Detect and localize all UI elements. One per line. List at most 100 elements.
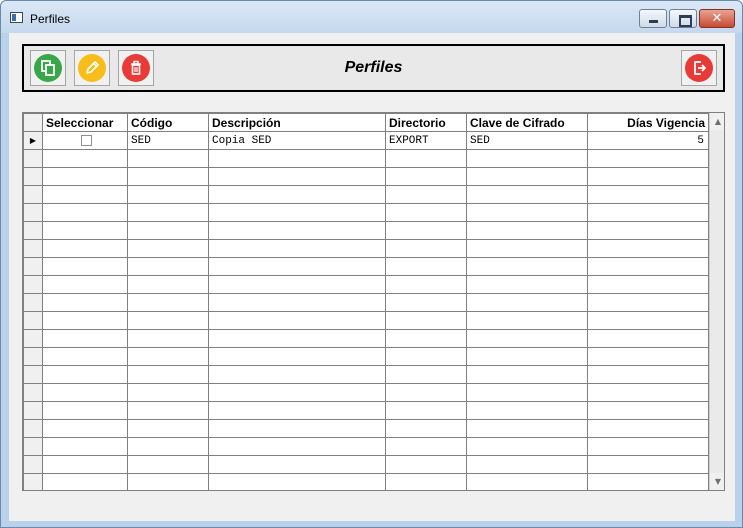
cell-seleccionar[interactable] xyxy=(42,203,128,222)
cell-directorio[interactable] xyxy=(385,383,467,402)
cell-descripcion[interactable] xyxy=(208,257,386,276)
select-checkbox[interactable] xyxy=(81,135,92,146)
cell-codigo[interactable] xyxy=(127,293,209,312)
cell-directorio[interactable] xyxy=(385,401,467,420)
cell-codigo[interactable] xyxy=(127,275,209,294)
row-header[interactable] xyxy=(23,347,43,366)
cell-directorio[interactable] xyxy=(385,455,467,474)
cell-codigo[interactable] xyxy=(127,437,209,456)
cell-codigo[interactable] xyxy=(127,185,209,204)
row-header[interactable] xyxy=(23,437,43,456)
column-header-dias-vigencia[interactable]: Días Vigencia xyxy=(587,113,709,132)
cell-dias-vigencia[interactable] xyxy=(587,437,709,456)
cell-dias-vigencia[interactable] xyxy=(587,167,709,186)
cell-clave-cifrado[interactable] xyxy=(466,167,588,186)
cell-directorio[interactable] xyxy=(385,203,467,222)
cell-seleccionar[interactable] xyxy=(42,293,128,312)
cell-clave-cifrado[interactable] xyxy=(466,149,588,168)
cell-clave-cifrado[interactable] xyxy=(466,221,588,240)
empty-row[interactable] xyxy=(23,239,709,258)
cell-descripcion[interactable] xyxy=(208,347,386,366)
empty-row[interactable] xyxy=(23,257,709,276)
cell-seleccionar[interactable] xyxy=(42,473,128,490)
table-row[interactable]: ▶ SED Copia SED EXPORT SED 5 xyxy=(23,131,709,150)
profiles-grid[interactable]: Seleccionar Código Descripción Directori… xyxy=(22,112,725,491)
row-header[interactable] xyxy=(23,149,43,168)
cell-descripcion[interactable] xyxy=(208,203,386,222)
cell-clave-cifrado[interactable] xyxy=(466,275,588,294)
cell-clave-cifrado[interactable] xyxy=(466,203,588,222)
cell-descripcion[interactable]: Copia SED xyxy=(208,131,386,150)
cell-dias-vigencia[interactable] xyxy=(587,329,709,348)
cell-codigo[interactable] xyxy=(127,419,209,438)
cell-clave-cifrado[interactable] xyxy=(466,455,588,474)
cell-seleccionar[interactable] xyxy=(42,437,128,456)
empty-row[interactable] xyxy=(23,437,709,456)
cell-clave-cifrado[interactable] xyxy=(466,473,588,490)
cell-descripcion[interactable] xyxy=(208,437,386,456)
cell-clave-cifrado[interactable] xyxy=(466,257,588,276)
cell-codigo[interactable] xyxy=(127,167,209,186)
row-header[interactable] xyxy=(23,401,43,420)
cell-directorio[interactable] xyxy=(385,293,467,312)
row-header[interactable] xyxy=(23,383,43,402)
cell-seleccionar[interactable] xyxy=(42,221,128,240)
empty-row[interactable] xyxy=(23,383,709,402)
row-header[interactable] xyxy=(23,203,43,222)
cell-descripcion[interactable] xyxy=(208,365,386,384)
cell-directorio[interactable] xyxy=(385,275,467,294)
cell-descripcion[interactable] xyxy=(208,383,386,402)
cell-seleccionar[interactable] xyxy=(42,329,128,348)
cell-codigo[interactable] xyxy=(127,455,209,474)
cell-clave-cifrado[interactable] xyxy=(466,329,588,348)
cell-directorio[interactable] xyxy=(385,419,467,438)
vertical-scrollbar[interactable]: ▲ ▼ xyxy=(709,113,724,490)
cell-codigo[interactable] xyxy=(127,365,209,384)
empty-row[interactable] xyxy=(23,419,709,438)
cell-codigo[interactable] xyxy=(127,329,209,348)
cell-clave-cifrado[interactable] xyxy=(466,239,588,258)
cell-clave-cifrado[interactable] xyxy=(466,293,588,312)
cell-seleccionar[interactable] xyxy=(42,257,128,276)
cell-directorio[interactable] xyxy=(385,149,467,168)
cell-directorio[interactable] xyxy=(385,311,467,330)
empty-row[interactable] xyxy=(23,203,709,222)
cell-dias-vigencia[interactable]: 5 xyxy=(587,131,709,150)
empty-row[interactable] xyxy=(23,365,709,384)
cell-dias-vigencia[interactable] xyxy=(587,149,709,168)
cell-seleccionar[interactable] xyxy=(42,131,128,150)
empty-row[interactable] xyxy=(23,347,709,366)
cell-directorio[interactable] xyxy=(385,221,467,240)
cell-seleccionar[interactable] xyxy=(42,275,128,294)
cell-directorio[interactable] xyxy=(385,185,467,204)
cell-dias-vigencia[interactable] xyxy=(587,455,709,474)
cell-dias-vigencia[interactable] xyxy=(587,203,709,222)
empty-row[interactable] xyxy=(23,293,709,312)
empty-row[interactable] xyxy=(23,167,709,186)
cell-codigo[interactable] xyxy=(127,383,209,402)
row-header[interactable] xyxy=(23,455,43,474)
cell-descripcion[interactable] xyxy=(208,293,386,312)
cell-clave-cifrado[interactable] xyxy=(466,347,588,366)
row-header[interactable] xyxy=(23,167,43,186)
cell-descripcion[interactable] xyxy=(208,329,386,348)
empty-row[interactable] xyxy=(23,473,709,490)
cell-descripcion[interactable] xyxy=(208,275,386,294)
cell-directorio[interactable] xyxy=(385,437,467,456)
cell-descripcion[interactable] xyxy=(208,167,386,186)
maximize-button[interactable] xyxy=(669,9,697,28)
cell-seleccionar[interactable] xyxy=(42,365,128,384)
title-bar[interactable]: Perfiles ✕ xyxy=(1,1,742,33)
minimize-button[interactable] xyxy=(639,9,667,28)
edit-button[interactable] xyxy=(74,50,110,86)
cell-directorio[interactable] xyxy=(385,329,467,348)
cell-dias-vigencia[interactable] xyxy=(587,419,709,438)
empty-row[interactable] xyxy=(23,221,709,240)
cell-dias-vigencia[interactable] xyxy=(587,239,709,258)
cell-seleccionar[interactable] xyxy=(42,455,128,474)
cell-codigo[interactable] xyxy=(127,401,209,420)
cell-clave-cifrado[interactable] xyxy=(466,311,588,330)
empty-row[interactable] xyxy=(23,329,709,348)
cell-dias-vigencia[interactable] xyxy=(587,401,709,420)
cell-seleccionar[interactable] xyxy=(42,149,128,168)
